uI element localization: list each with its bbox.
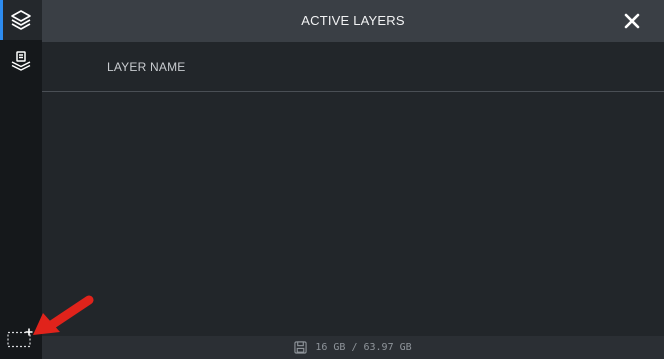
sidebar-item-layers[interactable]: [0, 0, 42, 40]
close-icon: [624, 13, 640, 29]
panel-header: ACTIVE LAYERS: [42, 0, 664, 42]
layers-icon: [11, 10, 31, 30]
status-bar: 16 GB / 63.97 GB: [42, 336, 664, 359]
table-header: LAYER NAME: [42, 42, 664, 92]
page-title: ACTIVE LAYERS: [301, 13, 405, 28]
storage-icon: [294, 341, 307, 354]
storage-usage: 16 GB / 63.97 GB: [315, 342, 412, 353]
active-layers-window: ACTIVE LAYERS LAYER NAME 16 GB / 63.97 G…: [0, 0, 664, 359]
sidebar-item-layer-export[interactable]: [0, 42, 42, 82]
column-header-layer-name: LAYER NAME: [107, 60, 186, 74]
annotation-arrow: [33, 295, 94, 335]
layer-list: [42, 92, 664, 336]
close-button[interactable]: [622, 11, 642, 31]
layer-export-icon: [11, 51, 31, 71]
